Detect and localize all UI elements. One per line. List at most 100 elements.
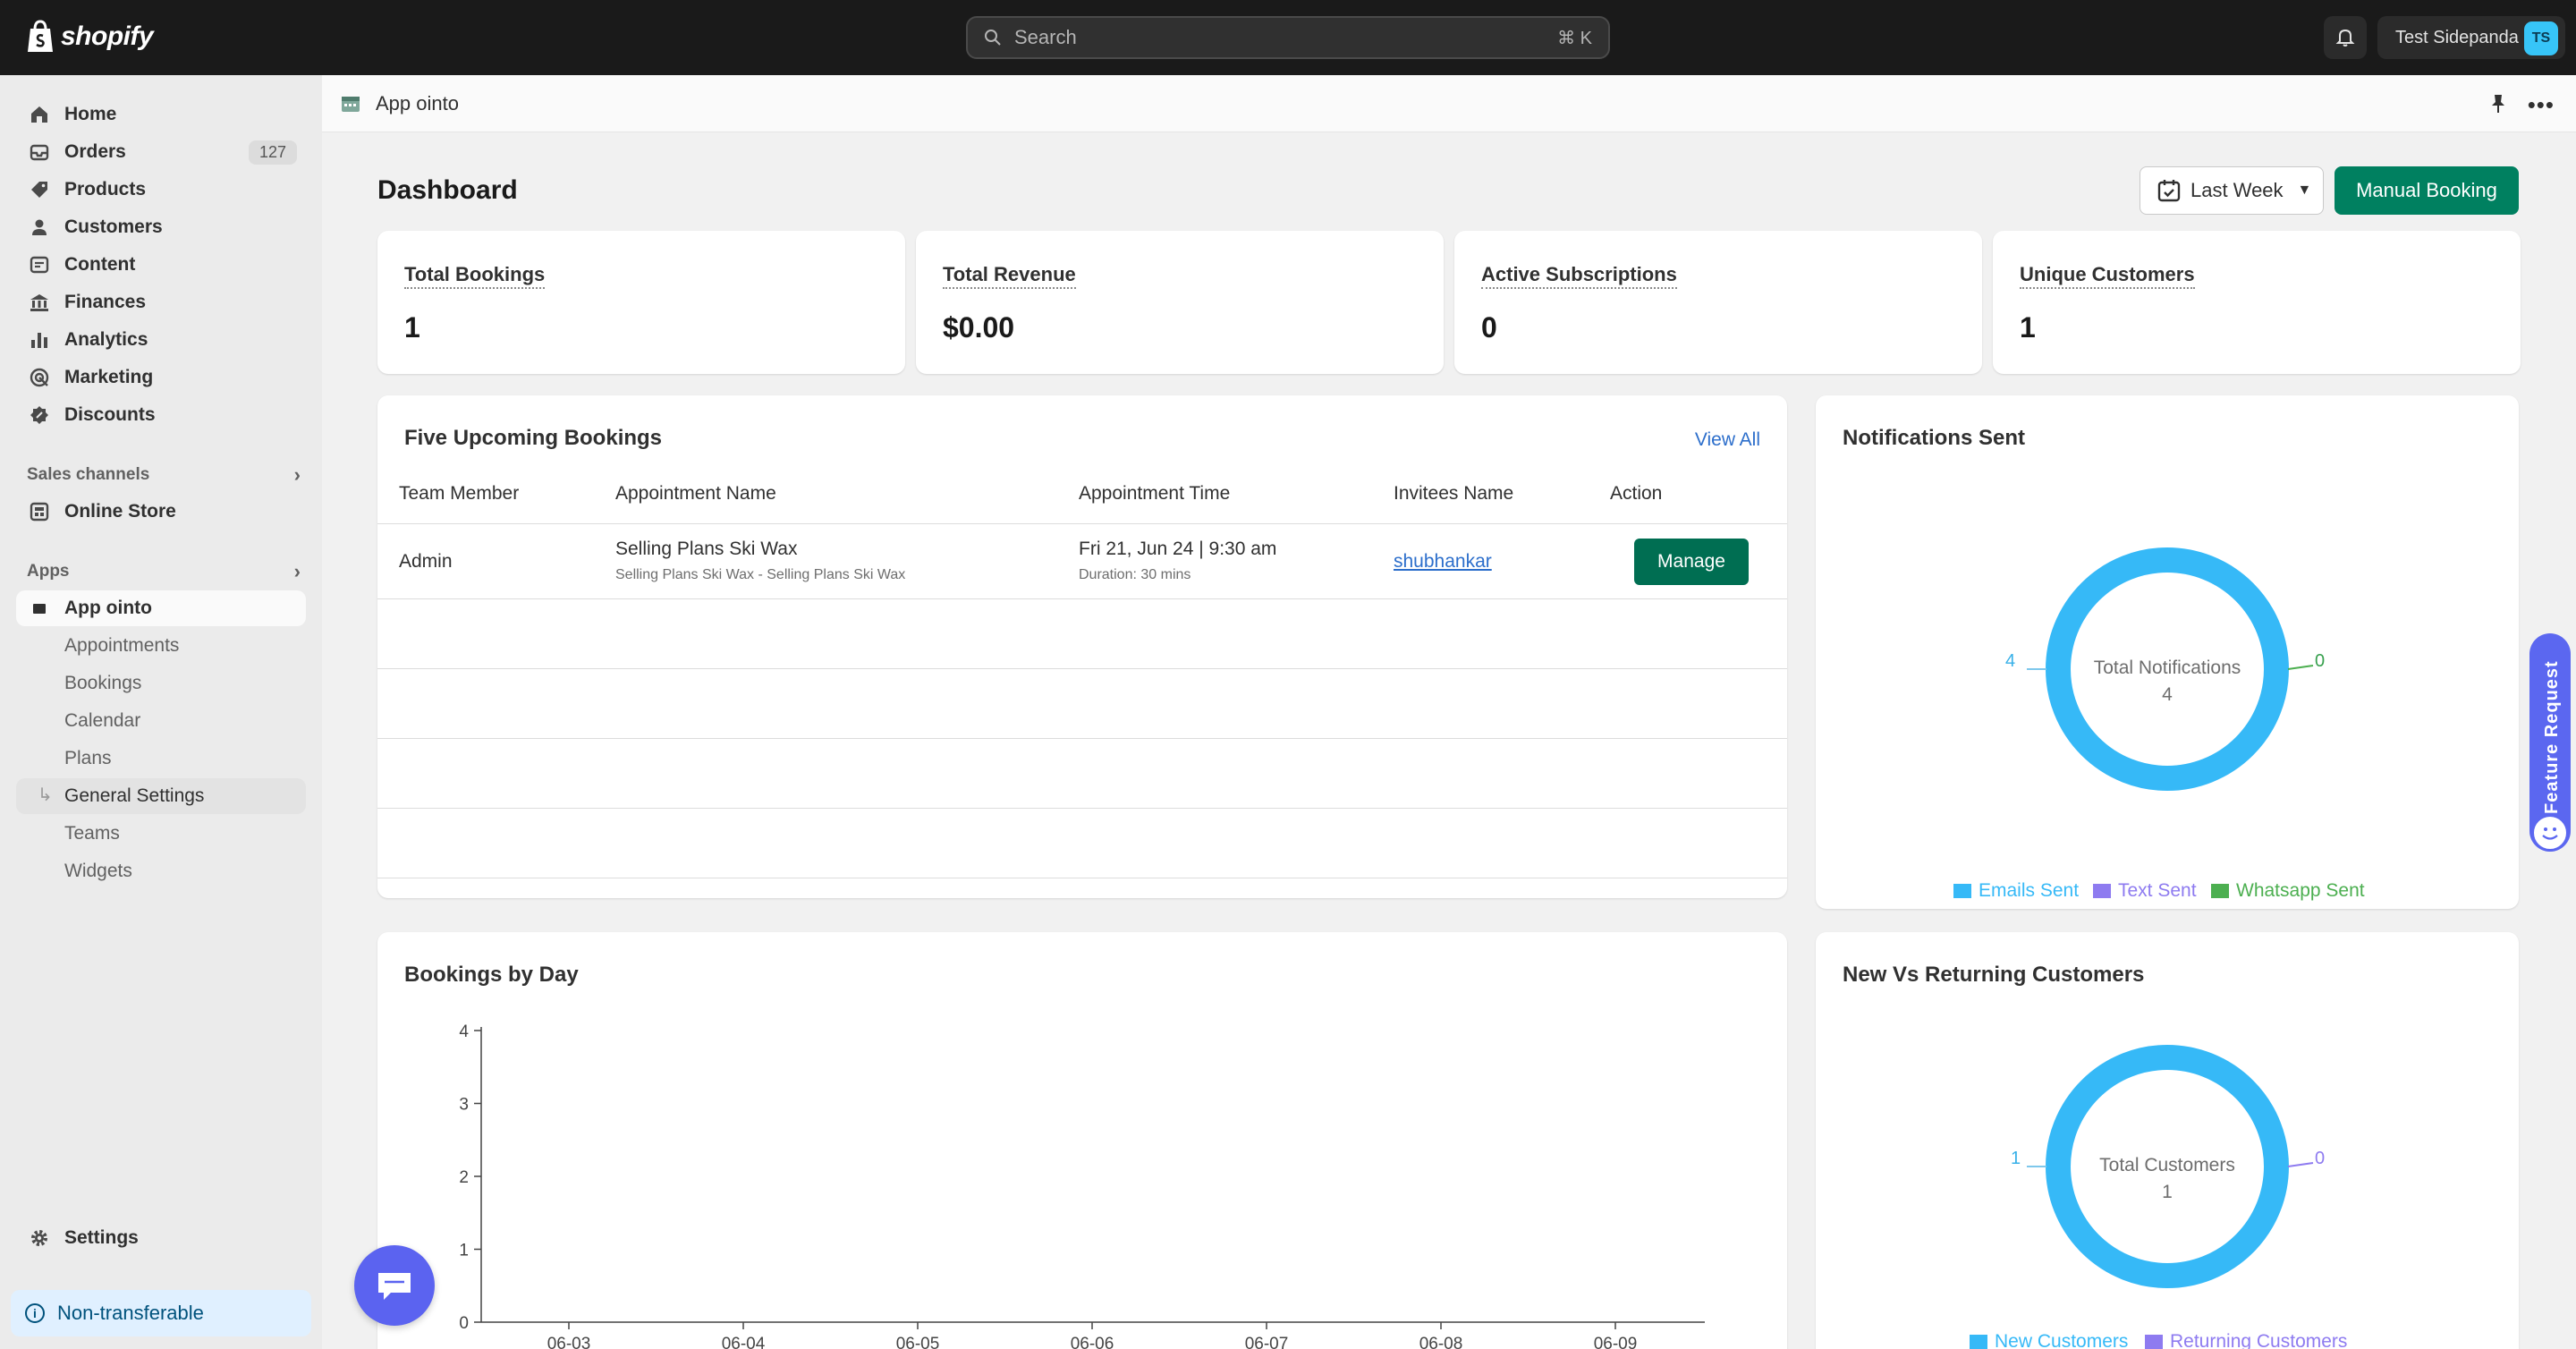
sidebar-item-label: Discounts (64, 404, 156, 425)
sidebar-item-label: Orders (64, 141, 126, 162)
sidebar-item-home[interactable]: Home (16, 97, 306, 132)
upcoming-bookings-card: Five Upcoming Bookings View All Team Mem… (377, 395, 1787, 898)
x-tick-label: 06-09 (1594, 1335, 1638, 1349)
bookings-by-day-card: Bookings by Day 0 1 2 3 4 06-03 06-04 06-05 06-0… (377, 932, 1787, 1349)
donut-right-label: 0 (2315, 1149, 2326, 1168)
chevron-right-icon: › (293, 463, 301, 486)
sidebar-subitem-plans[interactable]: Plans (16, 741, 306, 776)
sidebar-item-finances[interactable]: Finances (16, 284, 306, 320)
stat-label[interactable]: Active Subscriptions (1481, 263, 1677, 289)
sales-channels-section[interactable]: Sales channels › (27, 463, 301, 487)
table-row-empty (377, 669, 1787, 739)
manual-booking-button[interactable]: Manual Booking (2334, 166, 2519, 215)
chat-button[interactable] (354, 1245, 435, 1326)
target-icon (30, 368, 49, 387)
legend-label: Returning Customers (2170, 1331, 2348, 1349)
donut-left-label: 4 (2005, 651, 2016, 671)
legend-label: New Customers (1995, 1331, 2129, 1349)
calendar-icon (2157, 180, 2181, 202)
chat-icon (378, 1273, 411, 1300)
orders-icon (30, 144, 49, 161)
sidebar-item-online-store[interactable]: Online Store (16, 494, 306, 530)
view-all-link[interactable]: View All (1695, 429, 1760, 451)
y-tick-label: 3 (459, 1096, 469, 1115)
legend-emails-sent[interactable]: Emails Sent (1953, 880, 2079, 902)
stat-value: 0 (1481, 311, 1497, 344)
apps-section[interactable]: Apps › (27, 560, 301, 583)
sidebar-subitem-calendar[interactable]: Calendar (16, 703, 306, 739)
y-tick-label: 2 (459, 1168, 469, 1187)
more-options-icon[interactable]: ••• (2528, 91, 2555, 119)
bar-chart-icon (31, 333, 47, 348)
donut-center-label: Total Customers (2099, 1155, 2235, 1175)
sidebar-item-label: Bookings (64, 673, 142, 693)
sidebar-item-settings[interactable]: Settings (16, 1220, 306, 1256)
legend-whatsapp-sent[interactable]: Whatsapp Sent (2211, 880, 2365, 902)
sidebar-item-app-ointo[interactable]: App ointo (16, 590, 306, 626)
table-row-empty (377, 599, 1787, 669)
stat-label[interactable]: Total Revenue (943, 263, 1076, 289)
donut-center-value: 1 (2162, 1182, 2173, 1202)
legend-label: Emails Sent (1979, 880, 2080, 901)
sidebar-item-label: Online Store (64, 501, 176, 522)
notifications-button[interactable] (2324, 16, 2367, 59)
sidebar-item-label: Customers (64, 216, 163, 237)
content-icon (30, 256, 49, 274)
discount-icon (30, 406, 48, 424)
card-title: Five Upcoming Bookings (404, 426, 663, 450)
sidebar-item-content[interactable]: Content (16, 247, 306, 283)
sidebar-subitem-general-settings[interactable]: ↳ General Settings (16, 778, 306, 814)
sidebar-item-label: Settings (64, 1227, 139, 1248)
user-menu-button[interactable]: Test Sidepanda TS (2377, 16, 2565, 59)
sidebar-item-orders[interactable]: Orders 127 (16, 134, 306, 170)
legend-text-sent[interactable]: Text Sent (2093, 880, 2197, 902)
sidebar-subitem-appointments[interactable]: Appointments (16, 628, 306, 664)
tag-icon (31, 182, 47, 198)
legend-swatch (1953, 884, 1971, 898)
sidebar-subitem-widgets[interactable]: Widgets (16, 853, 306, 889)
table-row: Admin Selling Plans Ski Wax Selling Plan… (377, 524, 1787, 599)
legend-returning-customers[interactable]: Returning Customers (2145, 1331, 2347, 1349)
stat-card-unique-customers: Unique Customers 1 (1993, 231, 2521, 374)
banner-label: Non-transferable (57, 1302, 204, 1324)
x-tick-label: 06-03 (547, 1335, 591, 1349)
team-member-cell: Admin (399, 551, 453, 572)
home-icon (31, 106, 47, 123)
logo-text: shopify (61, 21, 154, 51)
app-icon (33, 604, 46, 614)
sidebar-subitem-bookings[interactable]: Bookings (16, 666, 306, 701)
y-tick-label: 1 (459, 1242, 469, 1260)
feature-request-label: Feature Request (2542, 660, 2562, 814)
search-input[interactable]: Search ⌘ K (966, 16, 1610, 59)
sidebar-item-products[interactable]: Products (16, 172, 306, 208)
manage-button[interactable]: Manage (1634, 539, 1749, 585)
search-icon (985, 30, 1001, 46)
table-row-empty (377, 809, 1787, 878)
stat-card-total-bookings: Total Bookings 1 (377, 231, 905, 374)
legend-label: Whatsapp Sent (2236, 880, 2365, 901)
stat-label[interactable]: Total Bookings (404, 263, 546, 289)
stat-value: $0.00 (943, 311, 1015, 344)
sidebar-item-analytics[interactable]: Analytics (16, 322, 306, 358)
stat-label[interactable]: Unique Customers (2020, 263, 2195, 289)
column-header: Team Member (399, 483, 520, 504)
duration-cell: Duration: 30 mins (1079, 567, 1191, 582)
sidebar-item-label: Teams (64, 823, 120, 844)
section-label: Sales channels (27, 465, 150, 484)
shopify-logo[interactable]: shopify (25, 20, 154, 54)
person-icon (32, 219, 47, 235)
sidebar-item-label: Home (64, 104, 117, 124)
invitee-link[interactable]: shubhankar (1394, 551, 1492, 573)
sidebar-subitem-teams[interactable]: Teams (16, 816, 306, 852)
legend-new-customers[interactable]: New Customers (1970, 1331, 2128, 1349)
notifications-donut-chart (2027, 547, 2314, 791)
column-header: Appointment Time (1079, 483, 1231, 504)
date-range-select[interactable]: Last Week ▼ (2140, 166, 2324, 215)
sidebar-item-marketing[interactable]: Marketing (16, 360, 306, 395)
donut-center-label: Total Notifications (2093, 658, 2241, 678)
sidebar-item-discounts[interactable]: Discounts (16, 397, 306, 433)
non-transferable-banner[interactable]: i Non-transferable (11, 1290, 311, 1336)
pin-icon[interactable] (2488, 93, 2508, 115)
sidebar-item-customers[interactable]: Customers (16, 209, 306, 245)
date-range-value: Last Week (2190, 179, 2284, 201)
